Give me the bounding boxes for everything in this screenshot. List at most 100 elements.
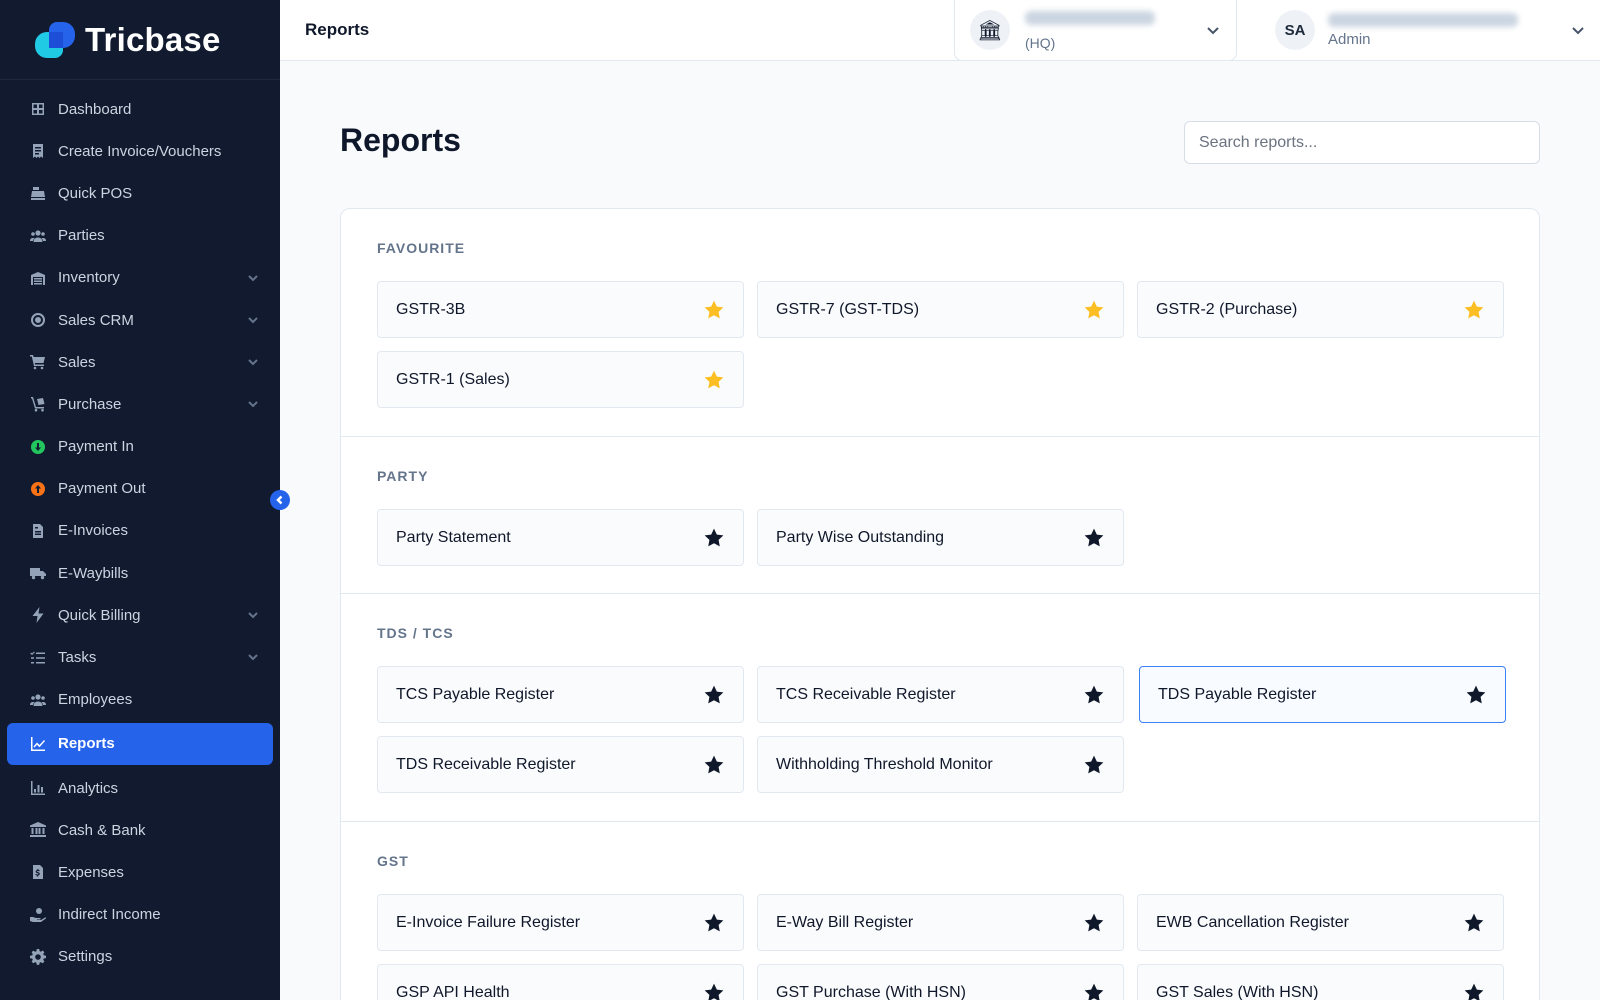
star-icon[interactable] bbox=[1083, 299, 1105, 321]
sidebar-item-quick-pos[interactable]: Quick POS bbox=[7, 172, 273, 214]
cart-icon bbox=[29, 353, 47, 371]
star-icon[interactable] bbox=[703, 527, 725, 549]
report-card[interactable]: TDS Payable Register bbox=[1139, 666, 1506, 723]
star-icon[interactable] bbox=[703, 299, 725, 321]
star-icon[interactable] bbox=[703, 684, 725, 706]
report-label: TDS Receivable Register bbox=[396, 755, 576, 773]
sidebar-item-label: Sales CRM bbox=[58, 311, 134, 329]
star-icon[interactable] bbox=[703, 369, 725, 391]
avatar: SA bbox=[1275, 10, 1315, 50]
report-card[interactable]: E-Way Bill Register bbox=[757, 894, 1124, 951]
report-label: EWB Cancellation Register bbox=[1156, 913, 1349, 931]
star-icon[interactable] bbox=[703, 754, 725, 776]
sidebar-item-dashboard[interactable]: Dashboard bbox=[7, 88, 273, 130]
sidebar-item-indirect-income[interactable]: Indirect Income bbox=[7, 894, 273, 936]
sidebar-item-employees[interactable]: Employees bbox=[7, 679, 273, 721]
sidebar-item-label: Dashboard bbox=[58, 100, 132, 118]
sidebar-item-e-waybills[interactable]: E-Waybills bbox=[7, 552, 273, 594]
report-label: GSP API Health bbox=[396, 983, 510, 1000]
target-icon bbox=[29, 311, 47, 329]
chevron-down-icon bbox=[1571, 23, 1585, 42]
report-card[interactable]: GSTR-7 (GST-TDS) bbox=[757, 281, 1124, 338]
sidebar-item-expenses[interactable]: Expenses bbox=[7, 851, 273, 893]
section-title: GST bbox=[377, 853, 409, 869]
sidebar-item-reports[interactable]: Reports bbox=[7, 722, 273, 765]
section-title: TDS / TCS bbox=[377, 625, 454, 641]
star-icon[interactable] bbox=[1083, 754, 1105, 776]
sidebar-item-sales-crm[interactable]: Sales CRM bbox=[7, 299, 273, 341]
star-icon[interactable] bbox=[703, 912, 725, 934]
star-icon[interactable] bbox=[1463, 299, 1485, 321]
brand[interactable]: Tricbase bbox=[0, 0, 280, 80]
report-card[interactable]: TCS Payable Register bbox=[377, 666, 744, 723]
star-icon[interactable] bbox=[1083, 912, 1105, 934]
sidebar-item-create-invoice-vouchers[interactable]: Create Invoice/Vouchers bbox=[7, 130, 273, 172]
report-card[interactable]: TCS Receivable Register bbox=[757, 666, 1124, 723]
organization-switcher[interactable]: 🏛 (HQ) bbox=[954, 0, 1237, 61]
report-card[interactable]: GSTR-2 (Purchase) bbox=[1137, 281, 1504, 338]
brand-name: Tricbase bbox=[85, 20, 221, 58]
report-section: GST E-Invoice Failure Register E-Way Bill … bbox=[341, 822, 1539, 1000]
report-label: GSTR-2 (Purchase) bbox=[1156, 300, 1298, 318]
report-card[interactable]: EWB Cancellation Register bbox=[1137, 894, 1504, 951]
report-card[interactable]: GST Sales (With HSN) bbox=[1137, 964, 1504, 1000]
sidebar-item-label: Payment In bbox=[58, 438, 134, 456]
sidebar-item-e-invoices[interactable]: E-Invoices bbox=[7, 510, 273, 552]
collapse-sidebar-button[interactable] bbox=[270, 490, 290, 510]
sidebar-item-sales[interactable]: Sales bbox=[7, 341, 273, 383]
report-card[interactable]: TDS Receivable Register bbox=[377, 736, 744, 793]
report-label: Withholding Threshold Monitor bbox=[776, 755, 993, 773]
bank-building-icon: 🏛 bbox=[970, 10, 1010, 50]
report-card[interactable]: E-Invoice Failure Register bbox=[377, 894, 744, 951]
chevron-down-icon bbox=[1206, 23, 1220, 42]
chevron-down-icon bbox=[247, 313, 259, 325]
user-email-redacted bbox=[1328, 13, 1518, 27]
report-card[interactable]: GSP API Health bbox=[377, 964, 744, 1000]
user-menu[interactable]: SA Admin bbox=[1275, 0, 1585, 61]
sidebar: Tricbase Dashboard Create Invoice/Voucher… bbox=[0, 0, 280, 1000]
star-icon[interactable] bbox=[1083, 527, 1105, 549]
star-icon[interactable] bbox=[1465, 684, 1487, 706]
report-card[interactable]: Withholding Threshold Monitor bbox=[757, 736, 1124, 793]
cash-register-icon bbox=[29, 184, 47, 202]
sidebar-item-label: Quick Billing bbox=[58, 606, 141, 624]
sidebar-item-analytics[interactable]: Analytics bbox=[7, 767, 273, 809]
report-card[interactable]: Party Wise Outstanding bbox=[757, 509, 1124, 566]
report-label: GSTR-1 (Sales) bbox=[396, 370, 510, 388]
sidebar-item-label: Quick POS bbox=[58, 184, 133, 202]
organization-branch: (HQ) bbox=[1025, 35, 1056, 51]
report-card[interactable]: GSTR-3B bbox=[377, 281, 744, 338]
bank-icon bbox=[29, 821, 47, 839]
sidebar-item-cash-bank[interactable]: Cash & Bank bbox=[7, 809, 273, 851]
sidebar-item-parties[interactable]: Parties bbox=[7, 215, 273, 257]
sidebar-item-label: Inventory bbox=[58, 269, 120, 287]
report-card[interactable]: GST Purchase (With HSN) bbox=[757, 964, 1124, 1000]
sidebar-item-settings[interactable]: Settings bbox=[7, 936, 273, 978]
sidebar-item-tasks[interactable]: Tasks bbox=[7, 636, 273, 678]
arrow-up-circle-icon bbox=[29, 480, 47, 498]
report-card[interactable]: Party Statement bbox=[377, 509, 744, 566]
sidebar-item-purchase[interactable]: Purchase bbox=[7, 383, 273, 425]
report-label: E-Invoice Failure Register bbox=[396, 913, 581, 931]
chevron-down-icon bbox=[247, 650, 259, 662]
sidebar-item-payment-in[interactable]: Payment In bbox=[7, 426, 273, 468]
topbar-title: Reports bbox=[305, 20, 370, 39]
list-check-icon bbox=[29, 649, 47, 667]
sidebar-item-inventory[interactable]: Inventory bbox=[7, 257, 273, 299]
search-reports-input[interactable] bbox=[1184, 121, 1540, 164]
hand-coin-icon bbox=[29, 906, 47, 924]
star-icon[interactable] bbox=[1083, 982, 1105, 1000]
chevron-down-icon bbox=[247, 355, 259, 367]
star-icon[interactable] bbox=[703, 982, 725, 1000]
report-label: Party Wise Outstanding bbox=[776, 528, 945, 546]
sidebar-item-quick-billing[interactable]: Quick Billing bbox=[7, 594, 273, 636]
sidebar-item-label: E-Invoices bbox=[58, 522, 129, 540]
report-label: TDS Payable Register bbox=[1158, 685, 1317, 703]
report-card[interactable]: GSTR-1 (Sales) bbox=[377, 351, 744, 408]
star-icon[interactable] bbox=[1083, 684, 1105, 706]
sidebar-item-payment-out[interactable]: Payment Out bbox=[7, 468, 273, 510]
star-icon[interactable] bbox=[1463, 982, 1485, 1000]
chevron-down-icon bbox=[247, 397, 259, 409]
star-icon[interactable] bbox=[1463, 912, 1485, 934]
sidebar-item-label: Indirect Income bbox=[58, 906, 161, 924]
